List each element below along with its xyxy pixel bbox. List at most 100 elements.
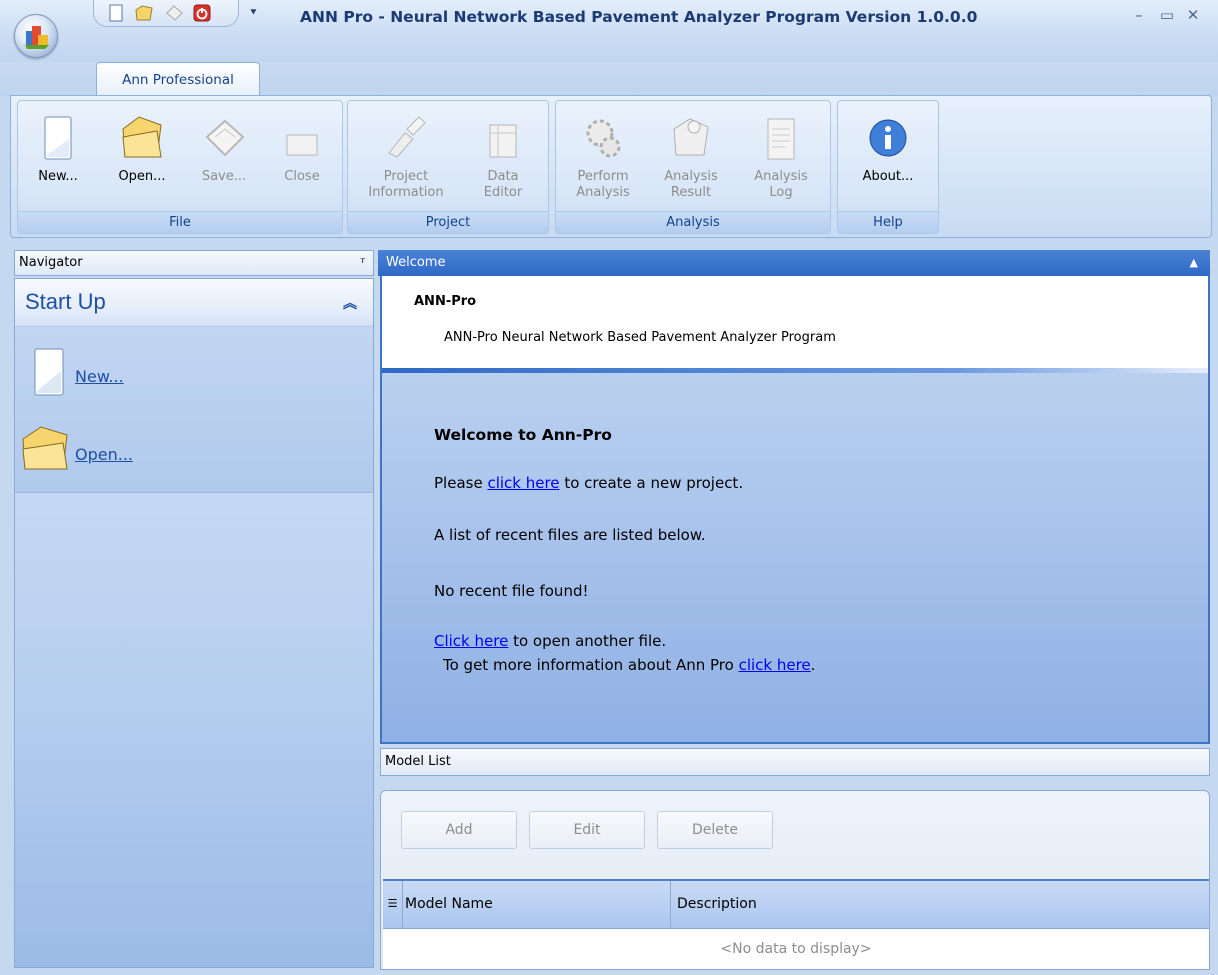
save-disk-icon [166,5,183,21]
ribbon-open-button[interactable]: Open... [106,105,178,213]
close-document-icon [286,134,318,156]
collapse-up-icon[interactable]: ︽ [343,293,357,313]
add-model-button[interactable]: Add [401,811,517,849]
ribbon-perform-analysis-label: Perform Analysis [576,169,630,200]
text: . [810,656,816,674]
ribbon-group-analysis: Perform Analysis Analysis Result Analysi… [555,100,831,234]
application-menu-button[interactable] [14,14,58,58]
welcome-line-new-project: Please click here to create a new projec… [434,474,743,492]
open-file-link[interactable]: Click here [434,632,508,650]
ribbon: New... Open... Save... Close File Projec… [10,95,1212,238]
ribbon-group-project: Project Information Data Editor Project [347,100,549,234]
ribbon-save-button[interactable]: Save... [188,105,260,213]
model-list-header: Model List [380,748,1210,776]
project-info-icon [388,116,426,158]
welcome-line-more-info: To get more information about Ann Pro cl… [443,656,815,674]
group-label-help: Help [838,211,938,233]
more-info-link[interactable]: click here [739,656,811,674]
text: to create a new project. [559,474,744,492]
app-logo-icon [25,26,49,49]
open-folder-icon [22,426,68,470]
window-title: ANN Pro - Neural Network Based Pavement … [300,8,978,26]
ribbon-open-label: Open... [118,169,166,184]
ribbon-group-file: New... Open... Save... Close File [17,100,343,234]
nav-open-link[interactable]: Open... [75,445,133,464]
ribbon-about-label: About... [862,169,914,184]
group-label-analysis: Analysis [556,211,830,233]
model-list-panel: Add Edit Delete ☰ Model Name Description… [380,790,1210,970]
new-document-icon [109,4,123,22]
welcome-line-no-recent: No recent file found! [434,582,589,600]
new-document-icon [44,116,72,160]
startup-title: Start Up [25,289,106,314]
ribbon-analysis-log-button[interactable]: Analysis Log [738,105,824,213]
ribbon-new-button[interactable]: New... [22,105,94,213]
pin-icon[interactable]: ᵀ [360,251,365,275]
text: Please [434,474,488,492]
ribbon-analysis-log-label: Analysis Log [754,169,808,200]
ribbon-group-help: About... Help [837,100,939,234]
qat-new-button[interactable] [106,4,126,22]
ribbon-new-label: New... [38,169,78,184]
ribbon-project-info-label: Project Information [368,169,444,200]
empty-grid-message: <No data to display> [383,929,1209,969]
gears-icon [586,119,621,158]
log-document-icon [767,118,795,160]
ribbon-analysis-result-label: Analysis Result [664,169,718,200]
navigator-panel: Start Up ︽ New... Open... [14,278,374,968]
new-document-icon [34,348,64,396]
tab-ann-professional[interactable]: Ann Professional [96,62,260,96]
app-name: ANN-Pro [414,294,477,309]
ribbon-save-label: Save... [201,169,247,184]
qat-open-button[interactable] [134,4,154,22]
qat-exit-button[interactable] [192,4,212,22]
navigator-title: Navigator [19,255,83,270]
title-bar: ⯆ ANN Pro - Neural Network Based Pavemen… [0,0,1218,62]
startup-section-header[interactable]: Start Up ︽ [15,279,373,327]
column-chooser-icon[interactable]: ☰ [383,881,403,929]
ribbon-data-editor-button[interactable]: Data Editor [464,105,542,213]
ribbon-perform-analysis-button[interactable]: Perform Analysis [560,105,646,213]
welcome-panel-header: Welcome ▲ [378,250,1210,276]
column-description[interactable]: Description [675,881,1209,929]
collapse-up-icon[interactable]: ▲ [1190,250,1198,276]
navigator-header: Navigator ᵀ [14,250,374,276]
ribbon-close-button[interactable]: Close [266,105,338,213]
open-folder-icon [135,5,153,21]
create-project-link[interactable]: click here [487,474,559,492]
info-icon [869,119,907,157]
column-model-name[interactable]: Model Name [405,881,671,929]
welcome-separator [382,368,1208,373]
welcome-panel-title: Welcome [386,255,446,270]
welcome-line-open-file: Click here to open another file. [434,632,666,650]
welcome-line-recent-files: A list of recent files are listed below. [434,526,706,544]
minimize-button[interactable]: – [1128,4,1150,26]
qat-save-button[interactable] [164,4,184,22]
group-label-file: File [18,211,342,233]
text: To get more information about Ann Pro [443,656,739,674]
save-disk-icon [205,119,245,157]
power-icon [193,4,211,22]
data-editor-icon [489,124,517,158]
welcome-heading: Welcome to Ann-Pro [434,426,612,444]
open-folder-icon [122,116,162,158]
text: to open another file. [508,632,667,650]
close-window-button[interactable]: ✕ [1182,4,1204,26]
welcome-panel: ANN-Pro ANN-Pro Neural Network Based Pav… [380,276,1210,744]
group-label-project: Project [348,211,548,233]
app-subtitle: ANN-Pro Neural Network Based Pavement An… [444,330,836,345]
welcome-banner: ANN-Pro ANN-Pro Neural Network Based Pav… [382,276,1208,368]
ribbon-close-label: Close [284,169,320,184]
qat-customize-dropdown[interactable]: ⯆ [249,6,258,20]
result-folder-icon [673,118,709,156]
edit-model-button[interactable]: Edit [529,811,645,849]
quick-access-toolbar [93,0,239,27]
ribbon-about-button[interactable]: About... [844,105,932,213]
model-grid-header: ☰ Model Name Description [383,879,1209,929]
delete-model-button[interactable]: Delete [657,811,773,849]
ribbon-analysis-result-button[interactable]: Analysis Result [648,105,734,213]
startup-section-body: New... Open... [15,327,373,493]
nav-new-link[interactable]: New... [75,367,124,386]
ribbon-project-info-button[interactable]: Project Information [356,105,456,213]
maximize-button[interactable]: ▭ [1156,4,1178,26]
